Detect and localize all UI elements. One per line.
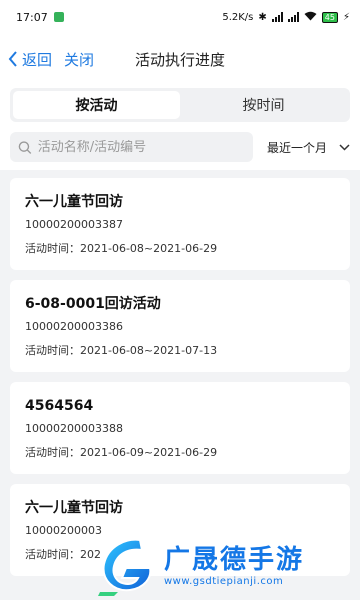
chevron-left-icon [8, 51, 17, 67]
tabs-container: 按活动 按时间 [0, 84, 360, 128]
activity-card[interactable]: 六一儿童节回访 10000200003387 活动时间：2021-06-08~2… [10, 178, 350, 270]
period-selected: 最近一个月 [266, 140, 327, 155]
status-bar: 17:07 5.2K/s ✱ 45 ⚡ [0, 0, 360, 34]
activity-time-label: 活动时间： [25, 242, 80, 255]
watermark-brand: 广晟德手游 [164, 544, 305, 575]
activity-list: 六一儿童节回访 10000200003387 活动时间：2021-06-08~2… [0, 170, 360, 576]
back-button[interactable]: 返回 [0, 49, 52, 70]
activity-title: 六一儿童节回访 [25, 500, 123, 516]
close-button[interactable]: 关闭 [64, 49, 94, 70]
back-label: 返回 [22, 50, 53, 69]
signal-icon [271, 12, 283, 22]
activity-title: 4564564 [25, 398, 94, 414]
activity-title: 6-08-0001回访活动 [25, 296, 161, 312]
activity-code: 10000200003386 [25, 320, 123, 333]
page-title: 活动执行进度 [134, 50, 225, 69]
activity-code: 10000200003387 [25, 218, 123, 231]
bluetooth-icon: ✱ [258, 11, 267, 23]
activity-time-label: 活动时间： [25, 446, 80, 459]
activity-time: 活动时间：2021-06-08~2021-06-29 [25, 242, 335, 256]
activity-code: 10000200003388 [25, 422, 123, 435]
tab-by-time[interactable]: 按时间 [180, 91, 347, 119]
tab-by-activity[interactable]: 按活动 [13, 91, 180, 119]
wifi-icon [304, 11, 317, 24]
battery-level: 45 [324, 12, 335, 22]
notification-app-icon [53, 12, 64, 22]
search-box[interactable] [10, 132, 253, 162]
watermark-url: www.gsdtiepianji.com [164, 575, 284, 587]
activity-time-range: 2021-06-08~2021-07-13 [80, 344, 218, 357]
network-speed: 5.2K/s [222, 11, 254, 23]
activity-card[interactable]: 4564564 10000200003388 活动时间：2021-06-09~2… [10, 382, 350, 474]
status-time: 17:07 [16, 10, 48, 24]
segmented-tabs: 按活动 按时间 [10, 88, 350, 122]
activity-time-range: 2021-06-09~2021-06-29 [80, 446, 218, 459]
activity-time-label: 活动时间： [25, 548, 80, 561]
watermark-logo-icon [98, 538, 152, 596]
activity-time-range: 2021-06-08~2021-06-29 [80, 242, 218, 255]
watermark-text: 广晟德手游 www.gsdtiepianji.com [164, 544, 304, 587]
activity-time-label: 活动时间： [25, 344, 80, 357]
nav-bar: 返回 关闭 活动执行进度 [0, 34, 360, 84]
search-icon [18, 140, 32, 154]
watermark: 广晟德手游 www.gsdtiepianji.com [96, 530, 360, 600]
period-dropdown[interactable]: 最近一个月 [267, 139, 350, 156]
activity-time: 活动时间：2021-06-09~2021-06-29 [25, 446, 335, 460]
activity-card[interactable]: 6-08-0001回访活动 10000200003386 活动时间：2021-0… [10, 280, 350, 372]
charging-icon: ⚡ [342, 11, 350, 23]
chevron-down-icon [339, 143, 350, 151]
search-input[interactable] [37, 139, 245, 155]
activity-time: 活动时间：2021-06-08~2021-07-13 [25, 344, 335, 358]
status-right: 5.2K/s ✱ 45 ⚡ [222, 11, 350, 24]
battery-icon: 45 [321, 11, 338, 23]
filter-row: 最近一个月 [0, 128, 360, 170]
activity-title: 六一儿童节回访 [25, 194, 123, 210]
signal-icon-2 [287, 12, 299, 22]
